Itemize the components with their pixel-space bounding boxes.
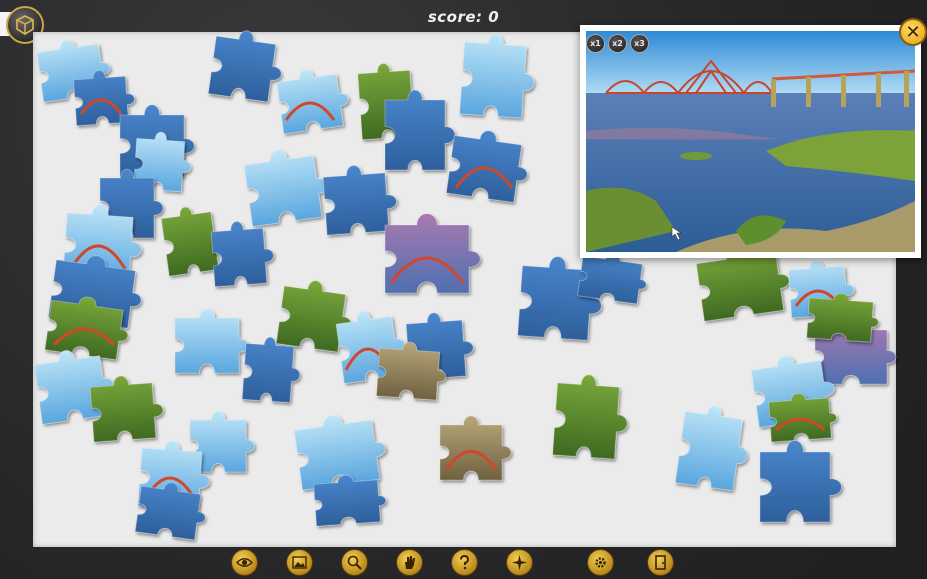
puzzle-piece[interactable] <box>384 213 481 294</box>
puzzle-piece[interactable] <box>322 163 398 236</box>
preview-zoom-controls: x1 x2 x3 <box>586 34 649 53</box>
picture-icon[interactable] <box>286 549 313 576</box>
puzzle-piece[interactable] <box>384 89 456 171</box>
puzzle-piece[interactable] <box>552 373 631 460</box>
puzzle-piece[interactable] <box>439 415 512 481</box>
eye-icon[interactable] <box>231 549 258 576</box>
puzzle-piece[interactable] <box>674 402 753 492</box>
puzzle-piece[interactable] <box>459 32 538 119</box>
zoom-x1-button[interactable]: x1 <box>586 34 605 53</box>
question-icon[interactable] <box>451 549 478 576</box>
puzzle-piece[interactable] <box>207 27 286 104</box>
sparkle-icon[interactable] <box>506 549 533 576</box>
hand-icon[interactable] <box>396 549 423 576</box>
door-icon[interactable] <box>647 549 674 576</box>
zoom-x2-button[interactable]: x2 <box>608 34 627 53</box>
puzzle-piece[interactable] <box>806 291 881 343</box>
puzzle-piece[interactable] <box>759 440 842 523</box>
puzzle-piece[interactable] <box>174 308 249 374</box>
zoom-x3-button[interactable]: x3 <box>630 34 649 53</box>
magnifier-icon[interactable] <box>341 549 368 576</box>
gear-icon[interactable] <box>587 549 614 576</box>
preview-image <box>586 31 915 252</box>
puzzle-piece[interactable] <box>243 144 333 228</box>
bottom-toolbar <box>0 546 927 579</box>
puzzle-piece[interactable] <box>275 64 351 135</box>
puzzle-piece[interactable] <box>210 219 276 288</box>
puzzle-piece[interactable] <box>445 126 532 204</box>
preview-close-button[interactable]: ✕ <box>899 18 927 46</box>
preview-window[interactable] <box>580 25 921 258</box>
